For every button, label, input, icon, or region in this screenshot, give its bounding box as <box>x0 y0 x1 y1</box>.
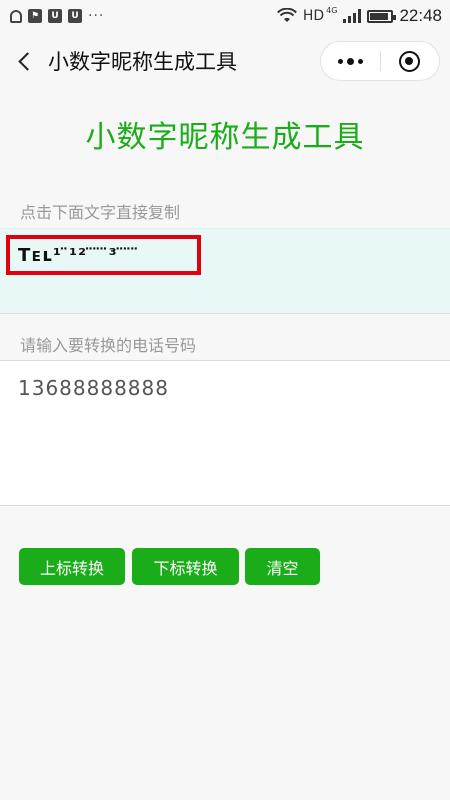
target-circle-icon <box>399 50 421 72</box>
mini-program-capsule <box>320 41 440 81</box>
nav-title: 小数字昵称生成工具 <box>48 51 237 74</box>
dot-icon <box>346 57 354 65</box>
network-type: HD <box>302 8 325 24</box>
clear-button[interactable]: 清空 <box>245 548 320 585</box>
signal-icon <box>343 9 362 23</box>
notification-icons: ⚑ U U ··· <box>10 8 104 24</box>
phone-input-area[interactable] <box>0 360 450 506</box>
network-generation: 4G <box>326 5 338 15</box>
close-mini-program-button[interactable] <box>380 42 439 80</box>
back-button[interactable] <box>0 32 48 90</box>
status-bar: ⚑ U U ··· HD 4G 22:48 <box>0 0 450 32</box>
more-notifications-icon: ··· <box>88 8 105 24</box>
dot-icon <box>337 58 343 64</box>
notification-icon <box>10 9 22 23</box>
wifi-icon <box>276 8 297 22</box>
battery-icon <box>367 9 397 23</box>
page-title: 小数字昵称生成工具 <box>85 121 365 154</box>
input-label: 请输入要转换的电话号码 <box>20 336 197 355</box>
clock: 22:48 <box>399 6 442 25</box>
message-icon: ⚑ <box>28 9 42 23</box>
app-badge-icon: U <box>68 9 82 23</box>
result-highlight[interactable]: Tᴇʟ¹ ̈¹² ̈ ̈ ̈³ ̈ ̈ ̈ <box>6 235 201 275</box>
copy-hint-label: 点击下面文字直接复制 <box>20 203 181 222</box>
result-text[interactable]: Tᴇʟ¹ ̈¹² ̈ ̈ ̈³ ̈ ̈ ̈ <box>18 245 139 266</box>
nav-bar: 小数字昵称生成工具 <box>0 32 450 90</box>
chevron-left-icon <box>17 51 37 71</box>
app-badge-icon: U <box>48 9 62 23</box>
more-button[interactable] <box>321 42 380 80</box>
superscript-convert-button[interactable]: 上标转换 <box>19 548 125 585</box>
result-area[interactable]: Tᴇʟ¹ ̈¹² ̈ ̈ ̈³ ̈ ̈ ̈ <box>0 228 450 314</box>
subscript-convert-button[interactable]: 下标转换 <box>132 548 239 585</box>
dot-icon <box>357 58 363 64</box>
phone-number-input[interactable] <box>18 373 428 403</box>
